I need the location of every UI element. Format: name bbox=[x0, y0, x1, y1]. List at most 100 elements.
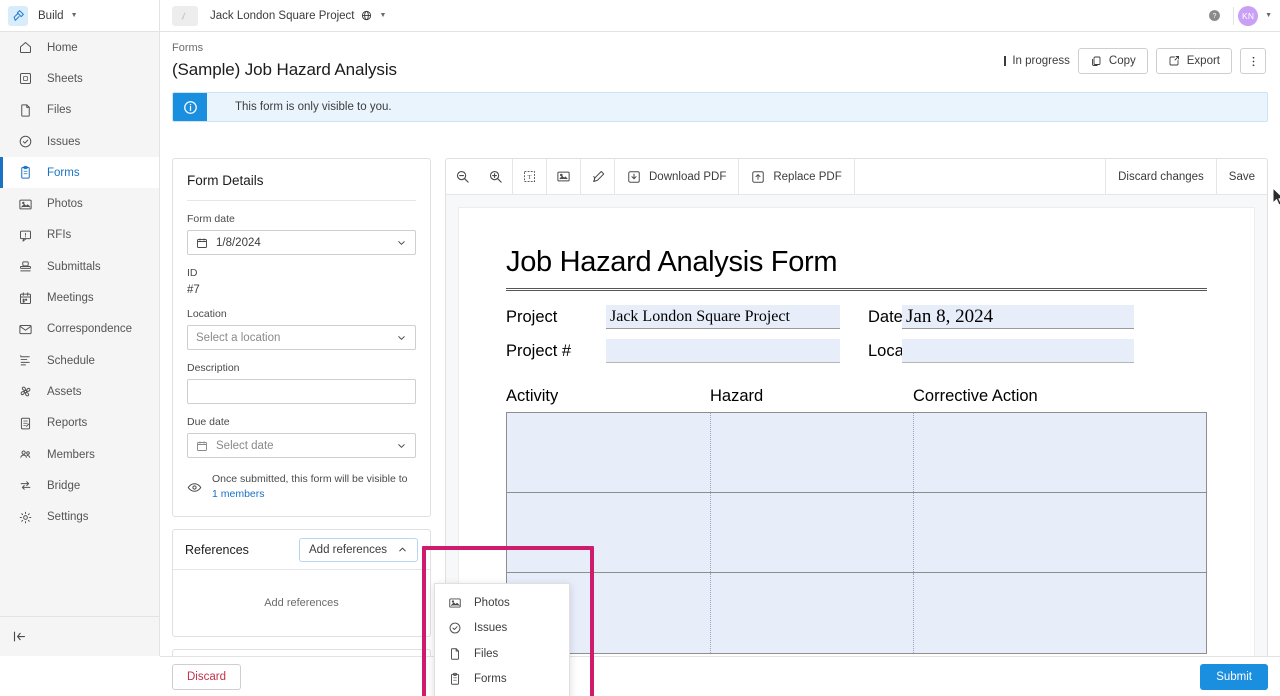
dropdown-item-assets[interactable]: Assets bbox=[435, 692, 569, 696]
sidebar-item-label: Schedule bbox=[47, 354, 95, 367]
sidebar-item-meetings[interactable]: Meetings bbox=[0, 282, 159, 313]
id-value: #7 bbox=[187, 284, 200, 296]
pdf-value-project-number[interactable] bbox=[606, 339, 840, 363]
table-cell[interactable] bbox=[711, 573, 914, 653]
top-bar-right: ? KN ▼ bbox=[1199, 0, 1280, 32]
toolbar-spacer bbox=[855, 159, 1107, 194]
chevron-down-icon[interactable]: ▼ bbox=[1265, 12, 1272, 19]
gear-icon bbox=[19, 511, 31, 523]
dropdown-item-forms[interactable]: Forms bbox=[435, 667, 569, 693]
discard-changes-button[interactable]: Discard changes bbox=[1106, 159, 1217, 194]
header-actions: In progress Copy Export bbox=[1004, 48, 1266, 74]
table-cell[interactable] bbox=[914, 413, 1206, 492]
schedule-icon bbox=[17, 353, 33, 369]
sidebar-item-sheets[interactable]: Sheets bbox=[0, 63, 159, 94]
id-label: ID bbox=[187, 267, 198, 279]
add-references-dropdown[interactable]: Photos Issues Files Forms Assets bbox=[434, 583, 570, 696]
pdf-value-location[interactable] bbox=[902, 339, 1134, 363]
sidebar-collapse-button[interactable] bbox=[0, 616, 160, 656]
check-circle-icon bbox=[19, 135, 31, 148]
avatar[interactable]: KN bbox=[1238, 5, 1259, 26]
export-button[interactable]: Export bbox=[1155, 48, 1232, 74]
text-box-icon[interactable]: T bbox=[513, 159, 546, 194]
zoom-out-icon[interactable] bbox=[446, 159, 479, 194]
content-row: Form Details Form date 1/8/2024 ID #7 Lo… bbox=[172, 158, 1268, 678]
sidebar-item-label: RFIs bbox=[47, 229, 72, 242]
description-field: Description bbox=[173, 362, 430, 404]
eye-icon bbox=[187, 483, 202, 492]
visibility-banner: This form is only visible to you. bbox=[172, 92, 1268, 122]
table-cell[interactable] bbox=[507, 413, 711, 492]
svg-text:T: T bbox=[528, 174, 532, 181]
replace-pdf-button[interactable]: Replace PDF bbox=[739, 159, 855, 194]
copy-button[interactable]: Copy bbox=[1077, 48, 1148, 74]
submit-button[interactable]: Submit bbox=[1200, 663, 1268, 690]
project-selector[interactable]: Jack London Square Project ▼ bbox=[160, 5, 1199, 26]
pdf-header-corrective-action: Corrective Action bbox=[913, 387, 1038, 405]
clipboard-icon bbox=[447, 672, 462, 687]
dropdown-item-issues[interactable]: Issues bbox=[435, 616, 569, 642]
signature-pen-icon[interactable] bbox=[581, 159, 614, 194]
pdf-page: Job Hazard Analysis Form Project Jack Lo… bbox=[459, 208, 1254, 661]
table-cell[interactable] bbox=[914, 493, 1206, 572]
sidebar-item-schedule[interactable]: Schedule bbox=[0, 345, 159, 376]
table-cell[interactable] bbox=[914, 573, 1206, 653]
sidebar-item-forms[interactable]: Forms bbox=[0, 157, 159, 189]
form-date-field: Form date 1/8/2024 bbox=[173, 213, 430, 255]
form-footer: Discard Submit bbox=[160, 656, 1280, 696]
sidebar-item-submittals[interactable]: Submittals bbox=[0, 251, 159, 282]
calendar-icon bbox=[197, 441, 207, 451]
help-circle-icon[interactable]: ? bbox=[1199, 9, 1229, 22]
sheets-icon bbox=[17, 71, 33, 87]
sidebar-item-settings[interactable]: Settings bbox=[0, 501, 159, 532]
info-icon bbox=[173, 93, 207, 121]
sidebar-item-correspondence[interactable]: Correspondence bbox=[0, 314, 159, 345]
chevron-down-icon[interactable]: ▼ bbox=[71, 12, 78, 19]
sidebar-item-bridge[interactable]: Bridge bbox=[0, 470, 159, 501]
sidebar-item-label: Sheets bbox=[47, 72, 83, 85]
location-select[interactable]: Select a location bbox=[187, 325, 416, 350]
schedule-icon bbox=[19, 354, 30, 366]
pdf-value-date[interactable]: Jan 8, 2024 bbox=[902, 305, 1134, 329]
form-date-input[interactable]: 1/8/2024 bbox=[187, 230, 416, 255]
sidebar-item-reports[interactable]: Reports bbox=[0, 408, 159, 439]
sidebar-item-home[interactable]: Home bbox=[0, 32, 159, 63]
check-circle-icon bbox=[449, 622, 460, 634]
save-button[interactable]: Save bbox=[1217, 159, 1267, 194]
bridge-arrows-icon bbox=[20, 481, 30, 491]
left-panel: Form Details Form date 1/8/2024 ID #7 Lo… bbox=[172, 158, 431, 678]
description-input[interactable] bbox=[187, 379, 416, 404]
clipboard-icon bbox=[450, 673, 459, 685]
zoom-in-icon[interactable] bbox=[479, 159, 512, 194]
table-cell[interactable] bbox=[507, 493, 711, 572]
table-row bbox=[507, 413, 1206, 493]
add-references-button[interactable]: Add references bbox=[299, 537, 418, 562]
text-tool-group: T bbox=[513, 159, 547, 194]
sidebar-item-rfis[interactable]: RFIs bbox=[0, 220, 159, 251]
product-name: Build bbox=[38, 9, 64, 22]
sidebar-item-label: Files bbox=[47, 104, 72, 117]
file-icon bbox=[17, 102, 33, 118]
dropdown-item-files[interactable]: Files bbox=[435, 641, 569, 667]
chevron-down-icon[interactable]: ▼ bbox=[379, 12, 386, 19]
members-link[interactable]: 1 members bbox=[212, 488, 265, 500]
product-switcher[interactable]: Build ▼ bbox=[0, 0, 160, 32]
sidebar-item-photos[interactable]: Photos bbox=[0, 188, 159, 219]
discard-button[interactable]: Discard bbox=[172, 663, 241, 690]
download-pdf-button[interactable]: Download PDF bbox=[615, 159, 740, 194]
photo-icon bbox=[17, 196, 33, 212]
table-cell[interactable] bbox=[711, 413, 914, 492]
sidebar-item-files[interactable]: Files bbox=[0, 95, 159, 126]
table-cell[interactable] bbox=[711, 493, 914, 572]
due-date-input[interactable]: Select date bbox=[187, 433, 416, 458]
image-icon[interactable] bbox=[547, 159, 580, 194]
dropdown-item-photos[interactable]: Photos bbox=[435, 590, 569, 616]
sidebar-item-assets[interactable]: Assets bbox=[0, 376, 159, 407]
pdf-value-project[interactable]: Jack London Square Project bbox=[606, 305, 840, 329]
sidebar-item-issues[interactable]: Issues bbox=[0, 126, 159, 157]
report-icon bbox=[17, 415, 33, 431]
more-options-button[interactable] bbox=[1240, 48, 1266, 74]
sidebar-item-label: Forms bbox=[47, 166, 80, 179]
chevron-up-icon bbox=[399, 547, 406, 552]
sidebar-item-members[interactable]: Members bbox=[0, 439, 159, 470]
